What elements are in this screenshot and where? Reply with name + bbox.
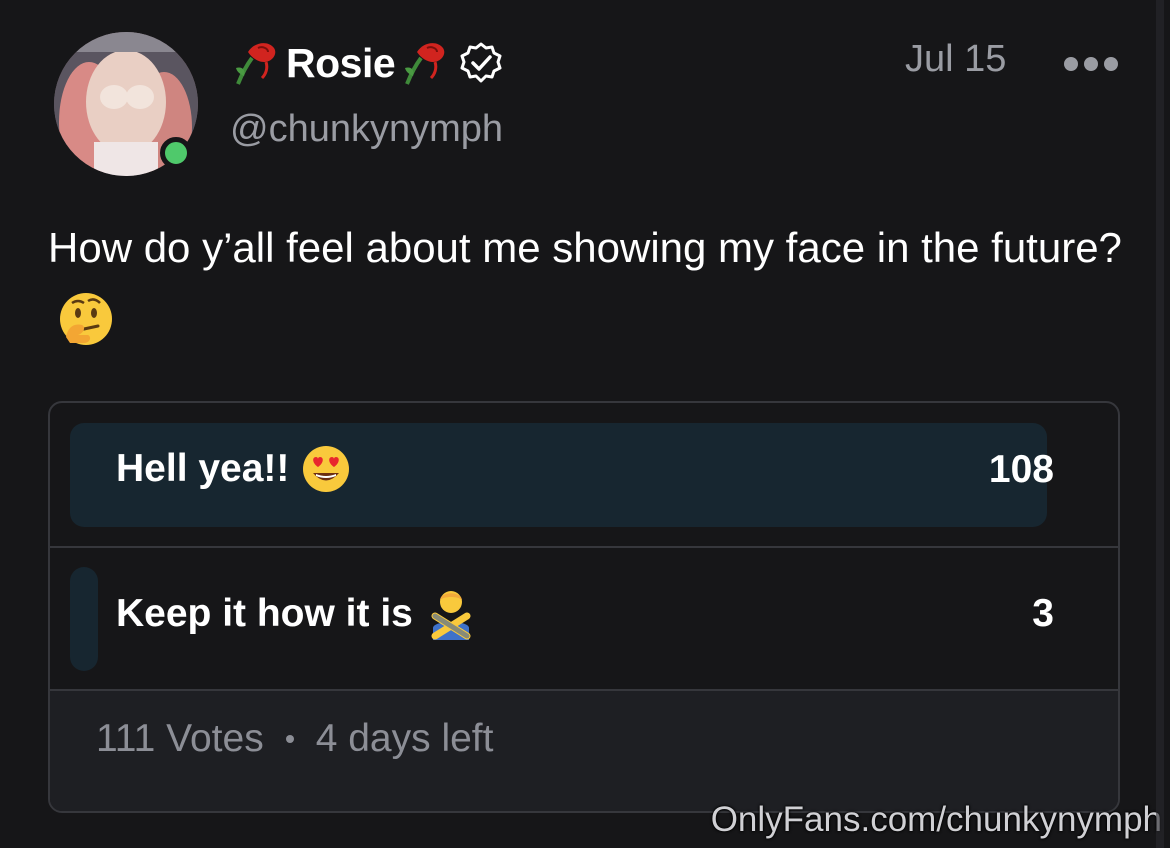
watermark: OnlyFans.com/chunkynymph xyxy=(710,800,1162,839)
poll-option-label: Hell yea!! xyxy=(116,444,351,494)
scrollbar[interactable] xyxy=(1156,0,1164,848)
person-gesturing-no-emoji xyxy=(431,591,471,640)
dot xyxy=(1064,57,1078,71)
wilted-rose-icon xyxy=(236,43,276,85)
author-name-row[interactable]: Rosie xyxy=(228,38,503,88)
poll: Hell yea!! 108 Keep it how it is 3 111 V… xyxy=(48,401,1120,813)
post-date: Jul 15 xyxy=(905,38,1007,80)
separator-dot xyxy=(285,735,294,743)
online-status-indicator xyxy=(160,137,192,169)
poll-option-label: Keep it how it is xyxy=(116,588,477,640)
dot xyxy=(1104,57,1118,71)
dot xyxy=(1084,57,1098,71)
poll-option-vote-count: 108 xyxy=(988,448,1054,491)
author-display-name[interactable]: Rosie xyxy=(286,40,396,87)
post-caption: How do y’all feel about me showing my fa… xyxy=(48,212,1138,356)
post-card: Rosie @chunkynymph Jul 15 How do y’all f… xyxy=(0,0,1170,848)
poll-total-votes: 111 Votes xyxy=(96,717,264,760)
poll-time-left: 4 days left xyxy=(315,717,494,760)
poll-footer: 111 Votes 4 days left xyxy=(50,691,1118,811)
heart-eyes-face-emoji xyxy=(303,446,350,492)
poll-option[interactable]: Hell yea!! 108 xyxy=(50,403,1118,545)
poll-option-vote-count: 3 xyxy=(1032,592,1054,635)
author-handle[interactable]: @chunkynymph xyxy=(230,108,503,151)
poll-summary: 111 Votes 4 days left xyxy=(96,717,493,761)
verified-badge-icon xyxy=(460,42,502,83)
caption-text: How do y’all feel about me showing my fa… xyxy=(48,224,1122,271)
thinking-face-emoji xyxy=(60,292,112,345)
poll-option-result-bar xyxy=(70,567,98,671)
wilted-rose-icon xyxy=(405,43,445,85)
poll-option[interactable]: Keep it how it is 3 xyxy=(50,547,1118,689)
ellipsis-icon[interactable] xyxy=(1064,52,1118,76)
